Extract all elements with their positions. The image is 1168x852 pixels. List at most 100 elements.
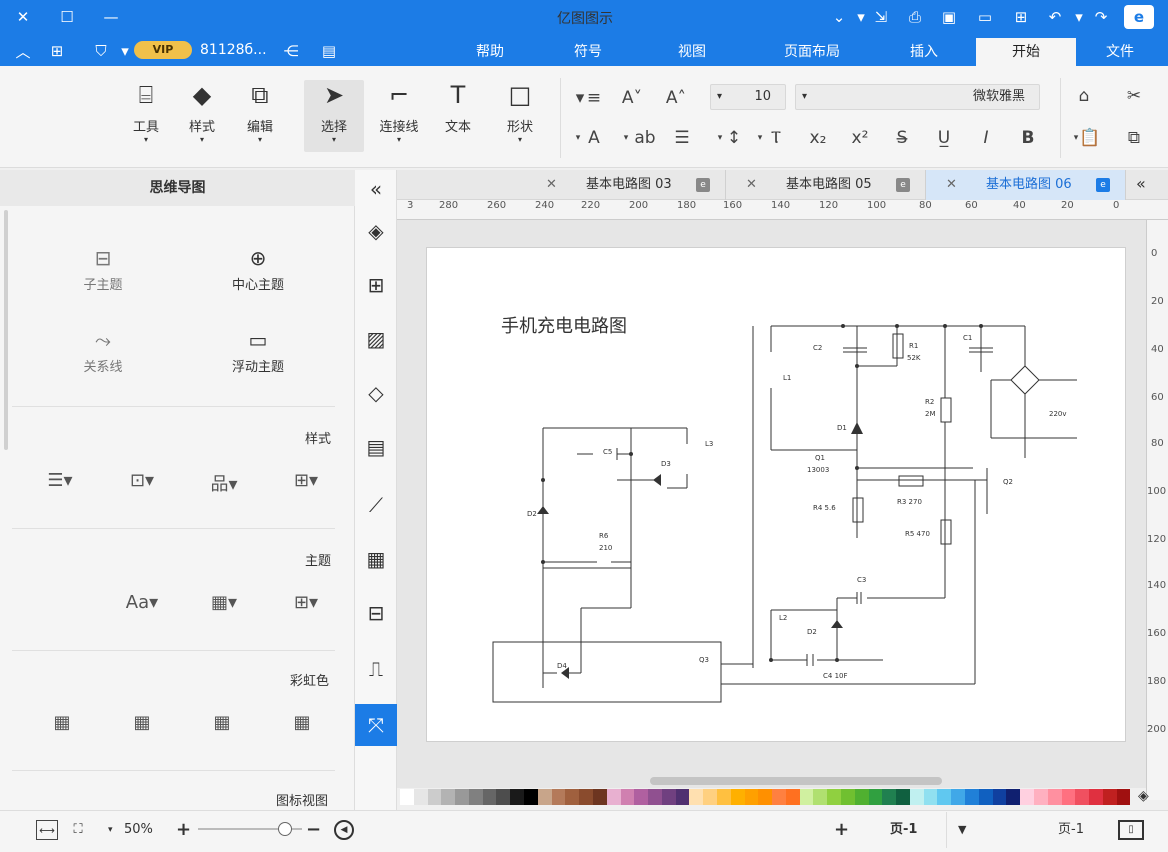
open-folder-icon[interactable]: ▭ [974,6,996,28]
color-palette-icon[interactable]: ▦▾ [204,592,244,618]
maximize-icon[interactable]: ☐ [56,6,78,28]
connector-style-icon[interactable]: ⊡▾ [122,470,162,496]
tools-button[interactable]: ⌸ 工具 ▾ [120,80,172,152]
apps-icon[interactable]: ⊞ [46,40,68,62]
page-indicator[interactable]: 页-1 [1058,820,1084,840]
text-case-icon[interactable]: ab [630,126,660,150]
close-icon[interactable]: ✕ [12,6,34,28]
save-icon[interactable]: ▣ [938,6,960,28]
font-size-select[interactable]: ▾ 10 [710,84,786,110]
table-icon[interactable]: ▦ [355,538,397,580]
current-page-tab[interactable]: 页-1 [890,820,917,840]
doc-tab-06[interactable]: ✕ 基本电路图 06 e [926,170,1126,200]
central-topic-button[interactable]: ⊕ 中心主题 [203,246,313,293]
add-page-button[interactable]: + [834,820,849,840]
text-button[interactable]: T 文本 [432,80,484,152]
zoom-out-button[interactable]: − [306,820,321,840]
horizontal-scrollbar[interactable] [650,777,942,785]
list-icon[interactable]: ☰ [670,126,694,150]
subscript-icon[interactable]: x₂ [806,126,830,150]
export-icon[interactable]: ⇲ [870,6,892,28]
hierarchy-icon[interactable]: 品▾ [204,470,244,496]
color-palette[interactable] [400,789,1131,805]
mindmap-icon[interactable]: ⤧ [355,704,397,746]
edit-button[interactable]: ⧉ 编辑 ▾ [234,80,286,152]
minimize-icon[interactable]: — [100,6,122,28]
presentation-icon[interactable]: ⎍ [355,648,397,690]
floating-topic-button[interactable]: ▭ 浮动主题 [203,328,313,375]
line-spacing-icon[interactable]: ↕ [722,126,746,150]
fit-width-icon[interactable]: ⟷ [36,820,58,840]
panel-scrollbar[interactable] [4,210,8,450]
shape-button[interactable]: □ 形状 ▾ [494,80,546,152]
expand-right-icon[interactable]: « [1136,174,1146,193]
select-button[interactable]: ➤ 选择 ▾ [304,80,364,152]
page-panel-icon[interactable]: ▯ [1118,820,1144,840]
tab-home[interactable]: 开始 [976,38,1076,66]
org-icon[interactable]: ⊟ [355,592,397,634]
underline-icon[interactable]: U̲ [932,126,956,150]
bold-icon[interactable]: B [1016,126,1040,150]
zoom-in-button[interactable]: + [176,820,191,840]
close-icon[interactable]: ✕ [546,170,557,200]
chevron-down-icon[interactable]: ▾ [850,6,872,28]
theme-layout-icon[interactable]: ⊞▾ [286,592,326,618]
zoom-slider-thumb[interactable] [278,822,292,836]
rainbow-option-icon[interactable]: ▦ [122,712,162,738]
vip-badge[interactable]: VIP [134,41,192,59]
italic-icon[interactable]: I [974,126,998,150]
user-name[interactable]: 81128б... [200,42,267,58]
chevron-down-icon[interactable]: ▾ [108,820,113,840]
document-icon[interactable]: ▤ [355,426,397,468]
cut-icon[interactable]: ✂ [1122,84,1146,108]
print-icon[interactable]: ⎙ [904,6,926,28]
connector-button[interactable]: ⌐ 连接线 ▾ [370,80,428,152]
customize-dropdown-icon[interactable]: ⌄ [828,6,850,28]
redo-icon[interactable]: ↷ [1090,6,1112,28]
font-theme-icon[interactable]: Aa▾ [122,592,162,618]
close-icon[interactable]: ✕ [746,170,757,200]
fullscreen-icon[interactable]: ⛶ [68,820,88,840]
play-icon[interactable]: ◀ [334,820,354,840]
tab-symbols[interactable]: 符号 [560,38,616,66]
paste-icon[interactable]: 📋 [1078,126,1102,150]
comment-icon[interactable]: ▤ [316,40,342,62]
font-color-icon[interactable]: A [582,126,606,150]
doc-tab-03[interactable]: ✕ 基本电路图 03 e [526,170,726,200]
align-icon[interactable]: ≡ [582,86,606,110]
relationship-button[interactable]: ⤳ 关系线 [48,328,158,375]
diagram-page[interactable]: C2 C1 R1 52K R2 2M L1 D1 Q1 13003 Q2 R3 … [426,247,1126,742]
doc-tab-05[interactable]: ✕ 基本电路图 05 e [726,170,926,200]
text-direction-icon[interactable]: Ⲧ [764,126,788,150]
increase-font-icon[interactable]: A˄ [664,86,688,110]
theme-shirt-icon[interactable]: ⛉ [90,40,112,62]
close-icon[interactable]: ✕ [946,170,957,200]
style-button[interactable]: ◆ 样式 ▾ [176,80,228,152]
font-family-select[interactable]: ▾ 微软雅黑 [795,84,1040,110]
chevron-down-icon[interactable]: ▼ [958,820,966,840]
superscript-icon[interactable]: x² [848,126,872,150]
tab-view[interactable]: 视图 [664,38,720,66]
fill-bucket-icon[interactable]: ◈ [1138,788,1149,804]
undo-icon[interactable]: ↶ [1044,6,1066,28]
decrease-font-icon[interactable]: A˅ [620,86,644,110]
tab-insert[interactable]: 插入 [896,38,952,66]
layers-icon[interactable]: ◇ [355,372,397,414]
rainbow-option-icon[interactable]: ▦ [282,712,322,738]
layout-icon[interactable]: ⊞▾ [286,470,326,496]
grid-icon[interactable]: ⊞ [355,264,397,306]
image-icon[interactable]: ▨ [355,318,397,360]
copy-icon[interactable]: ⧉ [1122,126,1146,150]
collapse-ribbon-icon[interactable]: ︿ [12,40,34,62]
rainbow-option-icon[interactable]: ▦ [202,712,242,738]
fill-icon[interactable]: ◈ [355,210,397,252]
subtopic-button[interactable]: ⊟ 子主题 [48,246,158,293]
chevron-down-icon[interactable]: ▾ [1068,6,1090,28]
zoom-level[interactable]: 50% [124,820,153,840]
share-icon[interactable]: ⋲ [280,40,302,62]
rainbow-option-icon[interactable]: ▦ [42,712,82,738]
new-file-icon[interactable]: ⊞ [1010,6,1032,28]
tab-help[interactable]: 帮助 [462,38,518,66]
chart-icon[interactable]: ⟋ [355,484,397,526]
tab-file[interactable]: 文件 [1090,38,1150,66]
